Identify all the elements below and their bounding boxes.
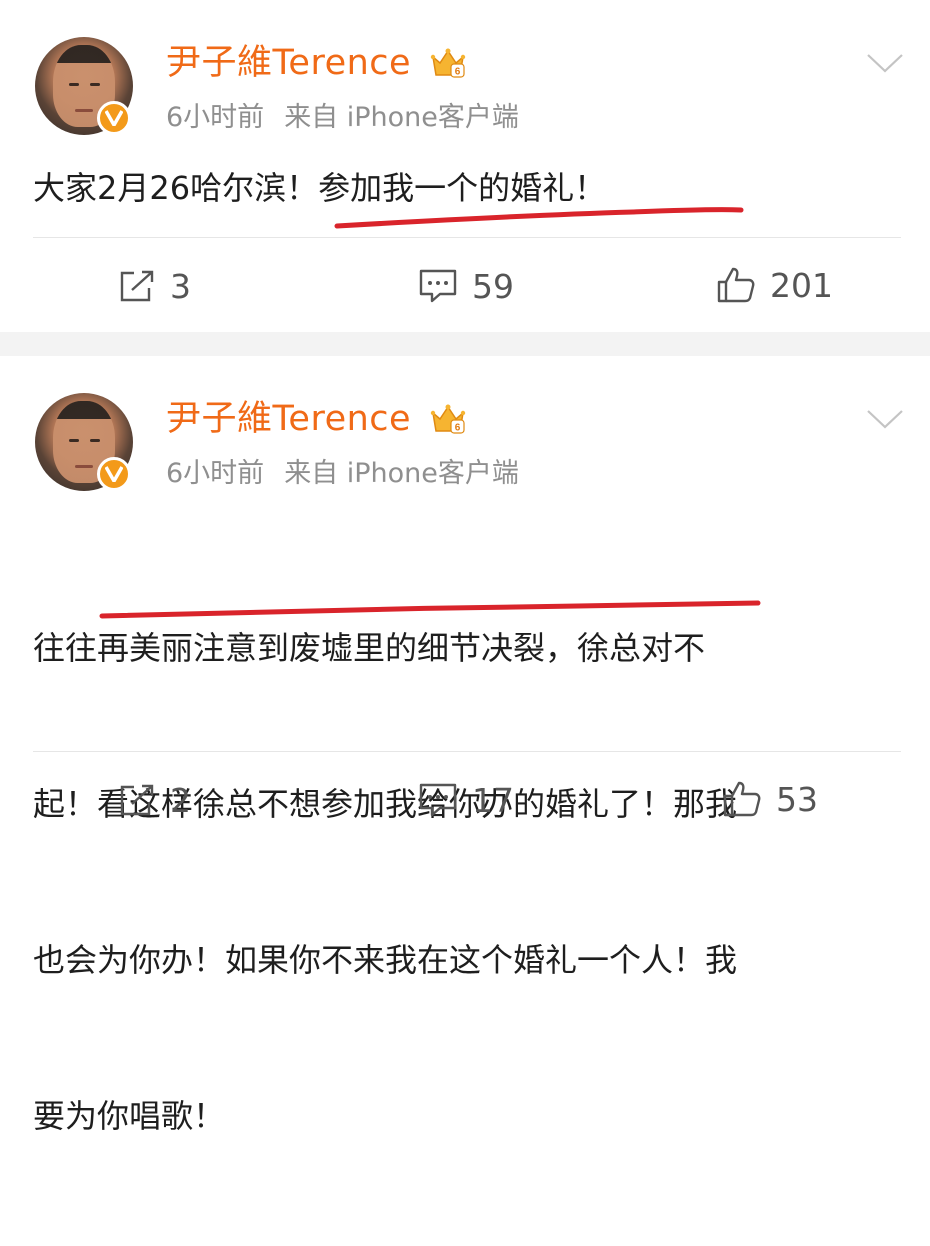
highlight-underline [99,600,761,619]
post-content-line: 往往再美丽注意到废墟里的细节决裂，徐总对不 [33,629,706,667]
post-separator [0,332,930,356]
comment-icon [419,269,457,303]
username[interactable]: 尹子維Terence [166,402,411,437]
like-icon [717,267,755,303]
repost-count: 3 [170,266,191,306]
comment-icon [419,783,457,817]
like-button[interactable]: 201 [716,266,833,304]
crown-vip-icon: 6 [430,48,466,78]
verified-v-icon [97,101,131,135]
avatar[interactable] [35,393,133,491]
post-meta: 6小时前 来自 iPhone客户端 [166,104,519,131]
repost-icon [120,784,154,816]
like-count: 53 [776,779,818,819]
divider [33,751,901,752]
post-content-line: 要为你唱歌！ [33,1097,226,1135]
like-count: 201 [770,265,833,305]
repost-icon [120,270,154,302]
comment-count: 59 [472,266,514,306]
username[interactable]: 尹子維Terence [166,46,411,81]
post-time: 6小时前 [166,458,265,489]
weibo-post: 尹子維Terence 6 6小时前 来自 iPhone客户端 往往再美丽注意到废墟… [0,356,930,1135]
crown-vip-icon: 6 [430,404,466,434]
post-content-line: 也会为你办！如果你不来我在这个婚礼一个人！我 [33,941,738,979]
repost-button[interactable]: 3 [118,268,191,304]
svg-text:6: 6 [455,423,461,434]
like-button[interactable]: 53 [722,780,818,818]
highlight-underline [334,207,744,229]
avatar[interactable] [35,37,133,135]
post-meta: 6小时前 来自 iPhone客户端 [166,460,519,487]
like-icon [723,781,761,817]
comment-button[interactable]: 17 [418,782,514,818]
post-time: 6小时前 [166,102,265,133]
svg-text:6: 6 [455,67,461,78]
weibo-post: 尹子維Terence 6 6小时前 来自 iPhone客户端 大家2月26哈尔滨！… [0,0,930,332]
chevron-down-icon[interactable] [866,52,904,74]
post-source: 来自 iPhone客户端 [284,458,519,489]
post-source: 来自 iPhone客户端 [284,102,519,133]
repost-count: 2 [170,780,191,820]
repost-button[interactable]: 2 [118,782,191,818]
comment-count: 17 [472,780,514,820]
chevron-down-icon[interactable] [866,408,904,430]
divider [33,237,901,238]
comment-button[interactable]: 59 [418,268,514,304]
verified-v-icon [97,457,131,491]
